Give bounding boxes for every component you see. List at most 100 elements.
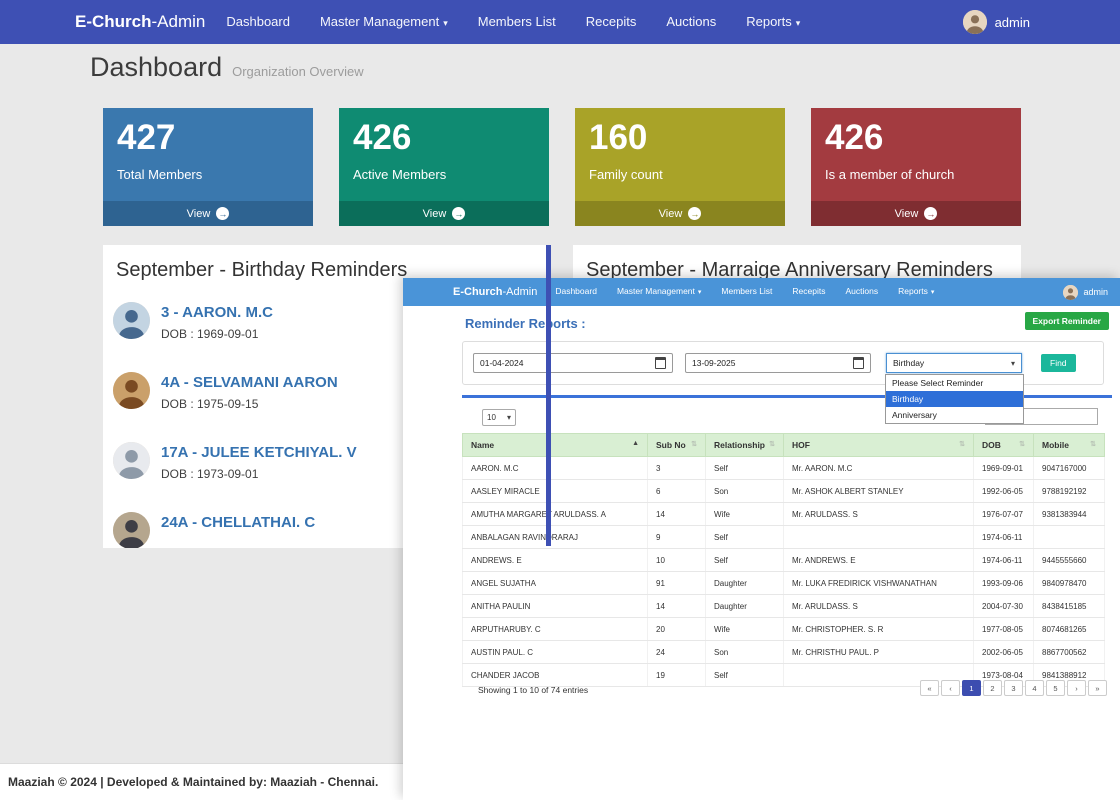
table-cell: CHANDER JACOB <box>463 664 648 687</box>
birthday-panel-title: September - Birthday Reminders <box>103 245 551 282</box>
member-avatar <box>113 442 150 479</box>
table-cell: 1993-09-06 <box>974 572 1034 595</box>
nav-item-members-list[interactable]: Members List <box>463 0 571 45</box>
nav-item-dashboard[interactable]: Dashboard <box>211 0 305 45</box>
table-row[interactable]: AARON. M.C3SelfMr. AARON. M.C1969-09-019… <box>463 457 1105 480</box>
page-length-select[interactable]: 10 ▾ <box>482 409 516 426</box>
panel-scrollbar[interactable] <box>546 245 551 546</box>
caret-down-icon: ▾ <box>507 413 511 422</box>
member-name-link[interactable]: 4A - SELVAMANI AARON <box>161 374 338 391</box>
overlay-nav-item-reports[interactable]: Reports▾ <box>888 277 944 307</box>
table-cell: Mr. ARULDASS. S <box>784 595 974 618</box>
member-dob: DOB : 1973-09-01 <box>161 467 357 481</box>
page-button-1[interactable]: 1 <box>962 680 981 696</box>
table-cell: 9840978470 <box>1034 572 1105 595</box>
member-text: 24A - CHELLATHAI. C <box>161 512 315 531</box>
table-row[interactable]: AMUTHA MARGARET ARULDASS. A14WifeMr. ARU… <box>463 503 1105 526</box>
column-header-sub-no[interactable]: Sub No⇅ <box>648 434 706 457</box>
table-row[interactable]: AUSTIN PAUL. C24SonMr. CHRISTHU PAUL. P2… <box>463 641 1105 664</box>
table-cell: ANDREWS. E <box>463 549 648 572</box>
export-reminder-button[interactable]: Export Reminder <box>1025 312 1110 330</box>
overlay-nav-item-auctions[interactable]: Auctions <box>836 277 889 307</box>
view-link[interactable]: View→ <box>339 201 549 226</box>
sort-icon: ⇅ <box>769 440 775 448</box>
table-cell: Son <box>706 641 784 664</box>
nav-item-master-management[interactable]: Master Management▾ <box>305 0 463 45</box>
view-link[interactable]: View → <box>575 201 785 226</box>
table-cell: Self <box>706 457 784 480</box>
page-button-5[interactable]: 5 <box>1046 680 1065 696</box>
nav-item-recepits[interactable]: Recepits <box>571 0 652 45</box>
page-button-nav-7[interactable]: › <box>1067 680 1086 696</box>
nav-item-reports[interactable]: Reports▾ <box>731 0 815 45</box>
table-row[interactable]: ARPUTHARUBY. C20WifeMr. CHRISTOPHER. S. … <box>463 618 1105 641</box>
column-header-dob[interactable]: DOB⇅ <box>974 434 1034 457</box>
overlay-nav-item-members-list[interactable]: Members List <box>711 277 782 307</box>
dropdown-option-anniversary[interactable]: Anniversary <box>886 407 1023 423</box>
table-cell: Mr. AARON. M.C <box>784 457 974 480</box>
view-label: View <box>423 208 447 220</box>
dropdown-option-birthday[interactable]: Birthday <box>886 391 1023 407</box>
table-cell: Wife <box>706 618 784 641</box>
reminder-type-select[interactable]: Birthday ▾ <box>886 353 1022 373</box>
to-date-value: 13-09-2025 <box>692 358 735 368</box>
table-row[interactable]: ANGEL SUJATHA91DaughterMr. LUKA FREDIRIC… <box>463 572 1105 595</box>
overlay-nav-item-dashboard[interactable]: Dashboard <box>545 277 607 307</box>
sort-icon: ⇅ <box>1090 440 1096 448</box>
overlay-nav-item-master-management[interactable]: Master Management▾ <box>607 277 711 307</box>
column-header-relationship[interactable]: Relationship⇅ <box>706 434 784 457</box>
column-header-name[interactable]: Name▲ <box>463 434 648 457</box>
view-label: View <box>187 208 211 220</box>
member-name-link[interactable]: 17A - JULEE KETCHIYAL. V <box>161 444 357 461</box>
stat-card-body: 426Active Members <box>339 108 549 201</box>
column-header-mobile[interactable]: Mobile⇅ <box>1034 434 1105 457</box>
overlay-app-brand[interactable]: E-Church-Admin <box>453 286 537 298</box>
member-avatar <box>113 302 150 339</box>
view-label: View <box>659 208 683 220</box>
page-button-3[interactable]: 3 <box>1004 680 1023 696</box>
overlay-nav-item-recepits[interactable]: Recepits <box>782 277 835 307</box>
table-cell: AUSTIN PAUL. C <box>463 641 648 664</box>
stat-card-label: Family count <box>589 167 771 182</box>
arrow-circle-icon: → <box>688 207 701 220</box>
table-cell: 1974-06-11 <box>974 526 1034 549</box>
nav-item-auctions[interactable]: Auctions <box>651 0 731 45</box>
table-row[interactable]: ANBALAGAN RAVINDRARAJ9Self1974-06-11 <box>463 526 1105 549</box>
user-menu[interactable]: admin <box>963 10 1030 34</box>
view-link[interactable]: View→ <box>103 201 313 226</box>
overlay-user-menu[interactable]: admin <box>1063 278 1108 306</box>
table-row[interactable]: ANITHA PAULIN14DaughterMr. ARULDASS. S20… <box>463 595 1105 618</box>
page-button-nav-1[interactable]: ‹ <box>941 680 960 696</box>
page-head: Dashboard Organization Overview <box>90 52 364 83</box>
member-name-link[interactable]: 24A - CHELLATHAI. C <box>161 514 315 531</box>
view-link[interactable]: View→ <box>811 201 1021 226</box>
table-cell: Mr. ANDREWS. E <box>784 549 974 572</box>
overlay-user-avatar[interactable] <box>1063 285 1078 300</box>
table-cell: AMUTHA MARGARET ARULDASS. A <box>463 503 648 526</box>
table-cell: 9788192192 <box>1034 480 1105 503</box>
column-header-hof[interactable]: HOF⇅ <box>784 434 974 457</box>
app-brand[interactable]: E-Church-Admin <box>75 12 205 32</box>
table-row[interactable]: AASLEY MIRACLE6SonMr. ASHOK ALBERT STANL… <box>463 480 1105 503</box>
page-button-2[interactable]: 2 <box>983 680 1002 696</box>
user-avatar[interactable] <box>963 10 987 34</box>
dropdown-option-please-select-reminder[interactable]: Please Select Reminder <box>886 375 1023 391</box>
find-button[interactable]: Find <box>1041 354 1076 372</box>
page-button-nav-8[interactable]: » <box>1088 680 1107 696</box>
table-cell: Mr. CHRISTHU PAUL. P <box>784 641 974 664</box>
sort-asc-icon: ▲ <box>632 440 639 447</box>
from-date-input[interactable]: 01-04-2024 <box>473 353 673 373</box>
sort-icon: ⇅ <box>1019 440 1025 448</box>
table-row[interactable]: ANDREWS. E10SelfMr. ANDREWS. E1974-06-11… <box>463 549 1105 572</box>
to-date-input[interactable]: 13-09-2025 <box>685 353 871 373</box>
table-cell: Mr. ARULDASS. S <box>784 503 974 526</box>
brand-rest: -Admin <box>152 12 206 31</box>
stat-card-total-members: 427Total MembersView→ <box>103 108 313 226</box>
member-name-link[interactable]: 3 - AARON. M.C <box>161 304 273 321</box>
page-button-nav-0[interactable]: « <box>920 680 939 696</box>
member-text: 3 - AARON. M.CDOB : 1969-09-01 <box>161 302 273 341</box>
page-button-4[interactable]: 4 <box>1025 680 1044 696</box>
table-cell: 1992-06-05 <box>974 480 1034 503</box>
stat-card-value: 160 <box>589 118 771 158</box>
table-cell: Son <box>706 480 784 503</box>
